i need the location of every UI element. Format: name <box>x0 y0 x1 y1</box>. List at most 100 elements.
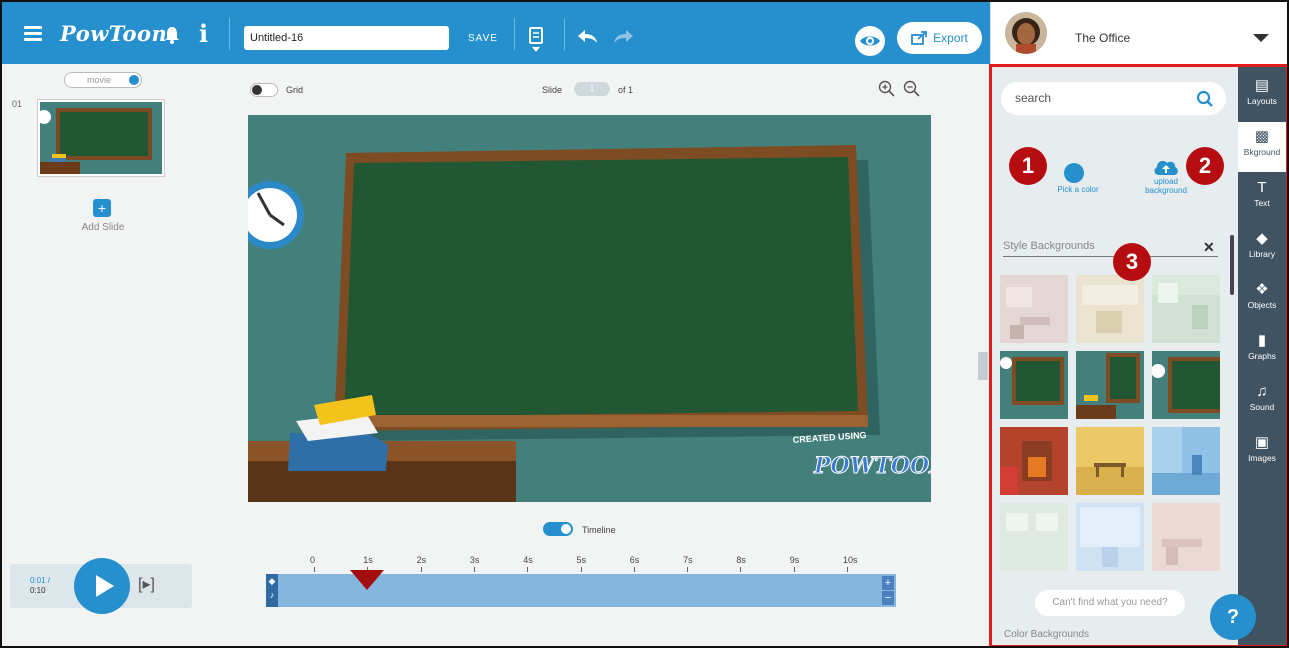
background-thumbnail[interactable] <box>1076 351 1144 419</box>
add-slide-button[interactable]: + <box>93 199 111 217</box>
nav-item-text[interactable]: T Text <box>1238 173 1286 223</box>
music-icon[interactable]: ♪ <box>266 588 278 602</box>
cloud-upload-icon[interactable] <box>1152 157 1180 177</box>
panel-collapse-handle[interactable] <box>978 352 988 380</box>
timeline-tick-label: 7s <box>683 555 693 565</box>
step-forward-button[interactable]: [▸] <box>138 574 155 594</box>
timeline-label: Timeline <box>582 525 616 535</box>
upload-label-line2: background <box>1145 186 1187 195</box>
playhead[interactable] <box>350 570 384 590</box>
background-thumbnail[interactable] <box>1152 351 1220 419</box>
grid-toggle[interactable] <box>250 83 278 97</box>
timeline-tick <box>420 567 422 572</box>
timeline-tick-label: 0 <box>310 555 316 565</box>
background-thumbnail[interactable] <box>1152 503 1220 571</box>
background-thumbnail[interactable] <box>1076 427 1144 495</box>
graphs-icon: ▮ <box>1257 332 1267 349</box>
timeline-tick <box>314 567 315 572</box>
timeline-tick-label: 4s <box>523 555 533 565</box>
callout-marker: 2 <box>1186 147 1224 185</box>
document-menu-icon[interactable] <box>529 27 543 53</box>
redo-icon[interactable] <box>612 29 634 45</box>
cant-find-button[interactable]: Can't find what you need? <box>1035 590 1185 616</box>
nav-item-label: Graphs <box>1248 351 1276 361</box>
pick-color-button[interactable]: Pick a color <box>1048 185 1108 194</box>
info-icon[interactable]: i <box>199 19 208 48</box>
timeline-tick <box>633 567 635 572</box>
zoom-in-icon[interactable] <box>878 80 896 98</box>
background-thumbnail[interactable] <box>1152 427 1220 495</box>
scrollbar[interactable] <box>1230 235 1234 295</box>
watermark-logo: POWTOON <box>813 453 931 479</box>
powtoon-logo: PowToon <box>60 21 168 46</box>
timeline-zoom-in-button[interactable]: + <box>882 576 894 590</box>
timeline-toggle[interactable] <box>543 522 573 536</box>
movie-mode-toggle[interactable]: movie <box>64 72 142 88</box>
nav-item-objects[interactable]: ❖ Objects <box>1238 275 1286 325</box>
sound-icon: ♫ <box>1256 383 1268 400</box>
timeline-tick-label: 5s <box>576 555 587 565</box>
menu-icon[interactable] <box>24 26 42 41</box>
slide-thumbnail[interactable] <box>38 100 164 176</box>
background-thumbnail[interactable] <box>1000 427 1068 495</box>
upload-background-button[interactable]: upload background <box>1135 177 1197 195</box>
play-button[interactable] <box>74 558 130 614</box>
slide-count: of 1 <box>618 85 634 95</box>
panel-nav: ▤ Layouts ▩ Bkground T Text ◆ Library ❖ Objects ▮ G… <box>1238 67 1286 645</box>
slides-panel: movie 01 + Add Slide <box>2 64 234 646</box>
time-display: 0:01 / 0:10 <box>30 576 50 596</box>
upload-label-line1: upload <box>1153 177 1179 186</box>
nav-item-bkground[interactable]: ▩ Bkground <box>1238 122 1286 172</box>
toolbar-divider <box>229 18 230 50</box>
save-button[interactable]: SAVE <box>468 33 498 44</box>
account-menu[interactable]: The Office <box>990 2 1287 64</box>
bell-icon[interactable] <box>164 26 180 44</box>
undo-icon[interactable] <box>577 29 599 45</box>
nav-item-label: Images <box>1248 453 1276 463</box>
callout-marker: 3 <box>1113 243 1151 281</box>
background-thumbnail[interactable] <box>1076 503 1144 571</box>
palette-icon[interactable] <box>1064 163 1084 183</box>
timeline-tick-label: 6s <box>629 555 640 565</box>
title-input[interactable] <box>244 26 449 50</box>
text-icon: T <box>1257 179 1267 196</box>
chevron-down-icon[interactable] <box>1253 34 1269 42</box>
timeline-tick-label: 9s <box>789 555 800 565</box>
slide-selector[interactable]: 1 <box>574 82 610 96</box>
timeline-tick-label: 3s <box>469 555 480 565</box>
nav-item-sound[interactable]: ♫ Sound <box>1238 377 1286 427</box>
timeline-zoom-out-button[interactable]: − <box>882 591 894 605</box>
nav-item-layouts[interactable]: ▤ Layouts <box>1238 71 1286 121</box>
help-button[interactable]: ? <box>1210 594 1256 640</box>
nav-item-label: Text <box>1254 198 1270 208</box>
preview-button[interactable] <box>855 26 885 56</box>
search-icon[interactable] <box>1196 90 1214 108</box>
nav-item-images[interactable]: ▣ Images <box>1238 428 1286 478</box>
background-thumbnail[interactable] <box>1152 275 1220 343</box>
timeline-zoom-controls: + − <box>882 576 896 606</box>
account-name: The Office <box>1075 31 1131 45</box>
background-thumbnail[interactable] <box>1000 275 1068 343</box>
movie-mode-label: movie <box>87 75 112 85</box>
callout-marker: 1 <box>1009 147 1047 185</box>
background-thumbnail[interactable] <box>1000 351 1068 419</box>
timeline-layer-controls[interactable]: ◆ ♪ <box>266 574 278 607</box>
slide-canvas[interactable]: CREATED USING POWTOON <box>248 115 931 502</box>
timeline-tick <box>580 567 582 572</box>
zoom-out-icon[interactable] <box>903 80 921 98</box>
nav-item-library[interactable]: ◆ Library <box>1238 224 1286 274</box>
export-button[interactable]: Export <box>897 22 982 54</box>
style-backgrounds-header: Style Backgrounds <box>1003 240 1218 257</box>
time-current: 0:01 / <box>30 576 51 585</box>
background-thumbnail[interactable] <box>1000 503 1068 571</box>
nav-item-graphs[interactable]: ▮ Graphs <box>1238 326 1286 376</box>
background-thumbnail[interactable] <box>1076 275 1144 343</box>
layer-icon[interactable]: ◆ <box>266 574 278 588</box>
close-icon[interactable]: ✕ <box>1203 239 1215 256</box>
color-backgrounds-header: Color Backgrounds <box>1004 629 1090 640</box>
app-window: PowToon i SAVE <box>0 0 1289 648</box>
add-slide-label[interactable]: Add Slide <box>65 222 141 233</box>
search-input[interactable]: search <box>1001 82 1226 115</box>
nav-item-label: Library <box>1249 249 1275 259</box>
background-icon: ▩ <box>1254 128 1270 145</box>
